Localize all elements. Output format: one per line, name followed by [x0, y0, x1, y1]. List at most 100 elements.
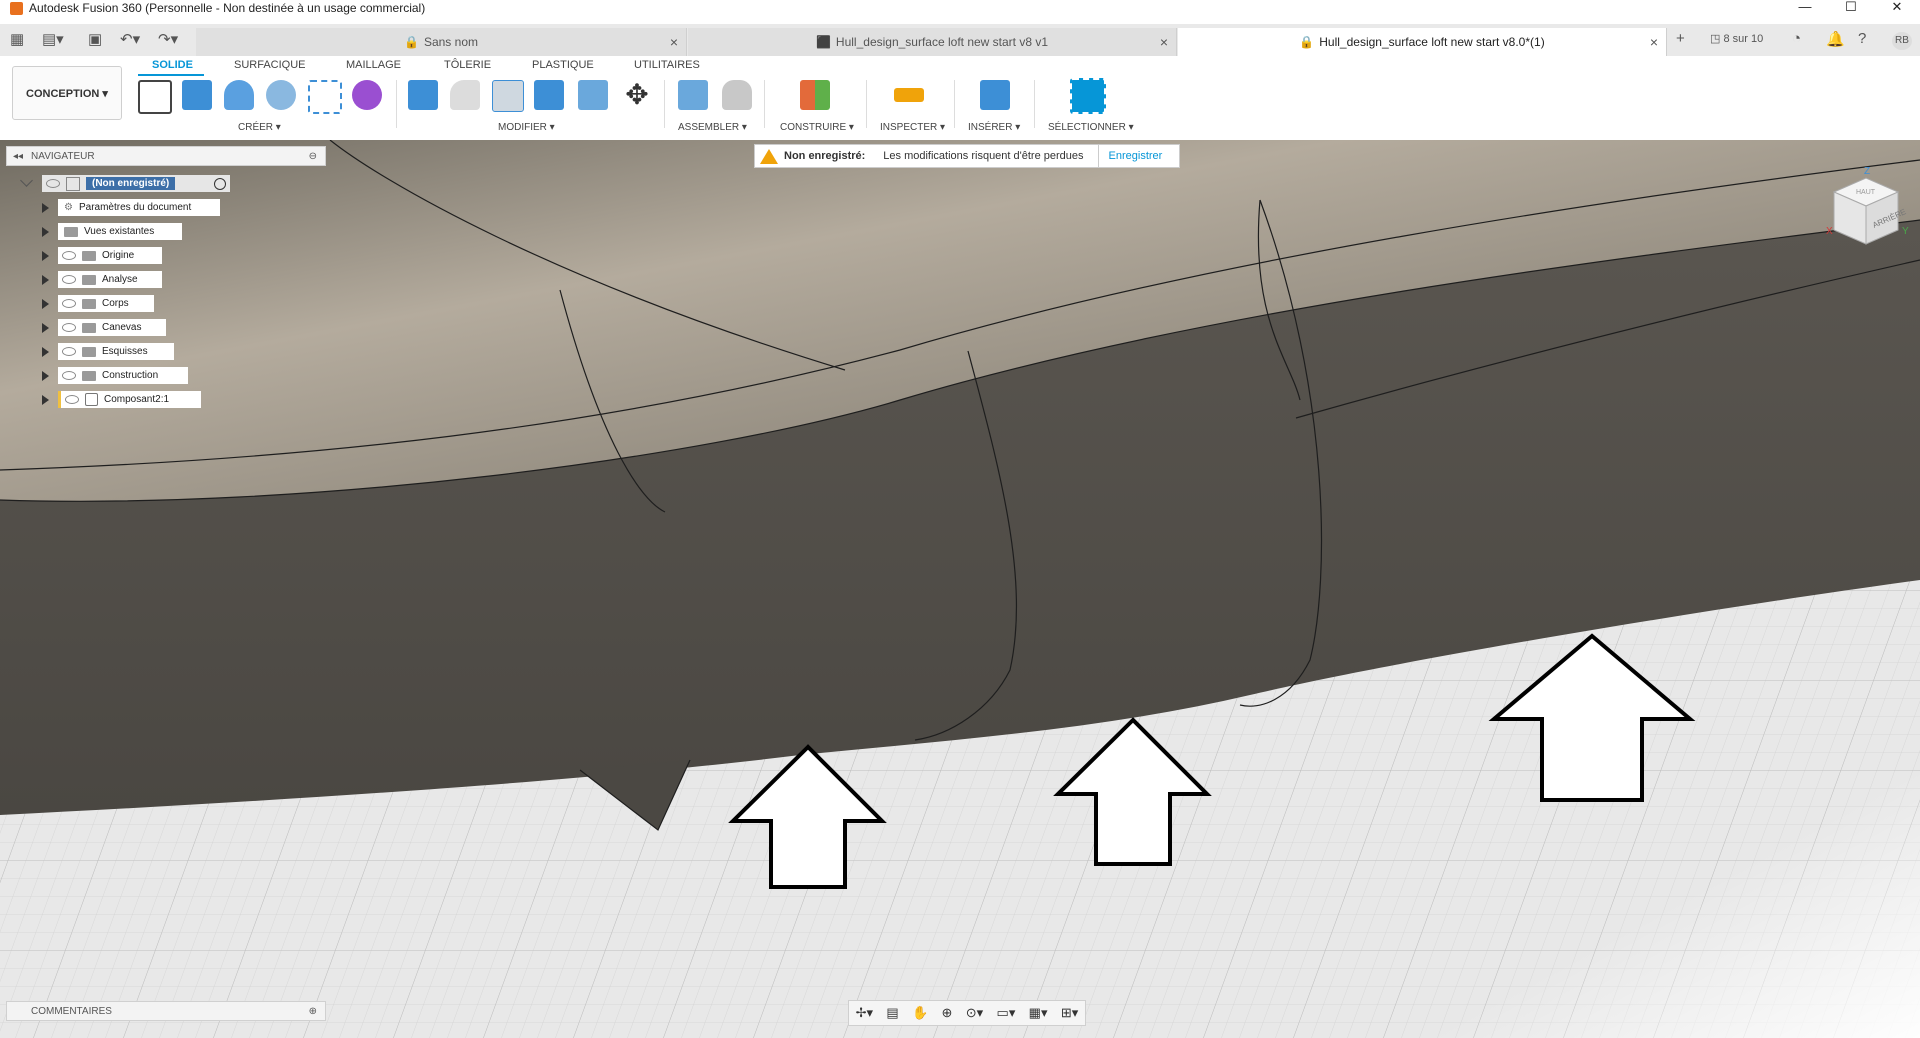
save-icon[interactable]: ▣	[88, 30, 102, 48]
navigator-panel-header[interactable]: ◂◂ NAVIGATEUR ⊖	[6, 146, 326, 166]
file-menu-icon[interactable]: ▤▾	[42, 30, 64, 48]
nav-item-origine[interactable]: Origine	[58, 247, 162, 264]
modify-group-label[interactable]: MODIFIER ▾	[498, 122, 555, 133]
tab-hull-v1[interactable]: ⬛ Hull_design_surface loft new start v8 …	[688, 28, 1177, 56]
offset-plane-icon[interactable]	[800, 80, 830, 110]
toolbar-separator	[396, 80, 397, 128]
close-tab-icon[interactable]: ×	[670, 34, 678, 50]
tab-hull-active[interactable]: 🔒 Hull_design_surface loft new start v8.…	[1178, 28, 1667, 56]
navigator-options-icon[interactable]: ⊖	[309, 151, 317, 162]
collapse-left-icon[interactable]: ◂◂	[13, 151, 23, 162]
extrude-icon[interactable]	[182, 80, 212, 110]
close-tab-icon[interactable]: ×	[1650, 34, 1658, 50]
pan-icon[interactable]: ✋	[912, 1005, 928, 1021]
select-icon[interactable]	[1070, 78, 1106, 114]
viewports-icon[interactable]: ⊞▾	[1061, 1005, 1078, 1021]
visibility-eye-icon[interactable]	[62, 347, 76, 356]
comments-title: COMMENTAIRES	[31, 1005, 112, 1017]
expand-icon[interactable]	[42, 227, 49, 237]
new-tab-button[interactable]: +	[1676, 30, 1685, 47]
app-grid-icon[interactable]: ▦	[10, 30, 24, 48]
undo-icon[interactable]: ↶▾	[120, 30, 140, 48]
tab-tolerie[interactable]: TÔLERIE	[444, 59, 491, 71]
insert-canvas-icon[interactable]	[980, 80, 1010, 110]
measure-icon[interactable]	[894, 88, 924, 102]
zoom-icon[interactable]: ⊕	[942, 1005, 953, 1021]
expand-icon[interactable]	[42, 395, 49, 405]
nav-item-canevas[interactable]: Canevas	[58, 319, 166, 336]
create-form-icon[interactable]	[352, 80, 382, 110]
nav-item-construction[interactable]: Construction	[58, 367, 188, 384]
fit-icon[interactable]: ⊙▾	[966, 1005, 983, 1021]
fillet-icon[interactable]	[450, 80, 480, 110]
expand-icon[interactable]	[42, 299, 49, 309]
expand-icon[interactable]	[42, 323, 49, 333]
activate-radio-icon[interactable]	[214, 177, 226, 190]
visibility-eye-icon[interactable]	[62, 371, 76, 380]
revolve-icon[interactable]	[224, 80, 254, 110]
tab-label: Hull_design_surface loft new start v8 v1	[835, 35, 1049, 49]
help-icon[interactable]: ?	[1858, 30, 1866, 47]
notifications-icon[interactable]: 🔔	[1826, 30, 1845, 48]
expand-icon[interactable]	[42, 251, 49, 261]
visibility-eye-icon[interactable]	[65, 395, 79, 404]
expand-icon[interactable]	[42, 203, 49, 213]
add-comment-icon[interactable]: ⊕	[309, 1006, 317, 1017]
tab-utilitaires[interactable]: UTILITAIRES	[634, 59, 700, 71]
comments-panel-header[interactable]: COMMENTAIRES ⊕	[6, 1001, 326, 1021]
redo-icon[interactable]: ↷▾	[158, 30, 178, 48]
close-window-button[interactable]: ✕	[1874, 0, 1920, 16]
create-sketch-icon[interactable]	[138, 80, 172, 114]
expand-icon[interactable]	[42, 275, 49, 285]
create-group-label[interactable]: CRÉER ▾	[238, 122, 281, 133]
minimize-button[interactable]: —	[1782, 0, 1828, 16]
hole-icon[interactable]	[266, 80, 296, 110]
extensions-icon[interactable]: ◔	[1792, 30, 1801, 47]
nav-item-composant[interactable]: Composant2:1	[58, 391, 201, 408]
press-pull-icon[interactable]	[408, 80, 438, 110]
assemble-group-label[interactable]: ASSEMBLER ▾	[678, 122, 747, 133]
pattern-icon[interactable]	[308, 80, 342, 114]
grid-settings-icon[interactable]: ▦▾	[1029, 1005, 1048, 1021]
shell-icon[interactable]	[492, 80, 524, 112]
tab-maillage[interactable]: MAILLAGE	[346, 59, 401, 71]
joint-icon[interactable]	[722, 80, 752, 110]
nav-item-corps[interactable]: Corps	[58, 295, 154, 312]
tab-surfacique[interactable]: SURFACIQUE	[234, 59, 306, 71]
job-status[interactable]: ◳ 8 sur 10	[1710, 32, 1763, 45]
tab-solide[interactable]: SOLIDE	[152, 59, 193, 71]
inspect-group-label[interactable]: INSPECTER ▾	[880, 122, 945, 133]
expand-icon[interactable]	[42, 371, 49, 381]
navigator-root-row[interactable]: (Non enregistré)	[42, 175, 230, 192]
nav-item-parametres[interactable]: ⚙ Paramètres du document	[58, 199, 220, 216]
nav-item-esquisses[interactable]: Esquisses	[58, 343, 174, 360]
move-icon[interactable]: ✥	[622, 80, 652, 110]
3d-viewport[interactable]: ARRIÈRE HAUT Z X Y	[0, 140, 1920, 1038]
insert-group-label[interactable]: INSÉRER ▾	[968, 122, 1020, 133]
orbit-icon[interactable]: ✢▾	[856, 1005, 873, 1021]
nav-item-vues[interactable]: Vues existantes	[58, 223, 182, 240]
tab-sans-nom[interactable]: 🔒 Sans nom ×	[196, 28, 687, 56]
user-avatar[interactable]: RB	[1892, 32, 1912, 50]
nav-item-analyse[interactable]: Analyse	[58, 271, 162, 288]
display-settings-icon[interactable]: ▭▾	[997, 1005, 1016, 1021]
offset-face-icon[interactable]	[578, 80, 608, 110]
toolbar-separator	[764, 80, 765, 128]
close-tab-icon[interactable]: ×	[1160, 34, 1168, 50]
visibility-eye-icon[interactable]	[62, 251, 76, 260]
visibility-eye-icon[interactable]	[62, 299, 76, 308]
combine-icon[interactable]	[534, 80, 564, 110]
tab-plastique[interactable]: PLASTIQUE	[532, 59, 594, 71]
select-group-label[interactable]: SÉLECTIONNER ▾	[1048, 122, 1134, 133]
construct-group-label[interactable]: CONSTRUIRE ▾	[780, 122, 854, 133]
new-component-icon[interactable]	[678, 80, 708, 110]
maximize-button[interactable]: ☐	[1828, 0, 1874, 16]
look-at-icon[interactable]: ▤	[886, 1005, 898, 1021]
visibility-eye-icon[interactable]	[46, 179, 60, 188]
workspace-selector[interactable]: CONCEPTION ▾	[12, 66, 122, 120]
save-link[interactable]: Enregistrer	[1097, 145, 1173, 167]
visibility-eye-icon[interactable]	[62, 275, 76, 284]
expand-icon[interactable]	[42, 347, 49, 357]
nav-item-label: Analyse	[102, 274, 138, 285]
visibility-eye-icon[interactable]	[62, 323, 76, 332]
